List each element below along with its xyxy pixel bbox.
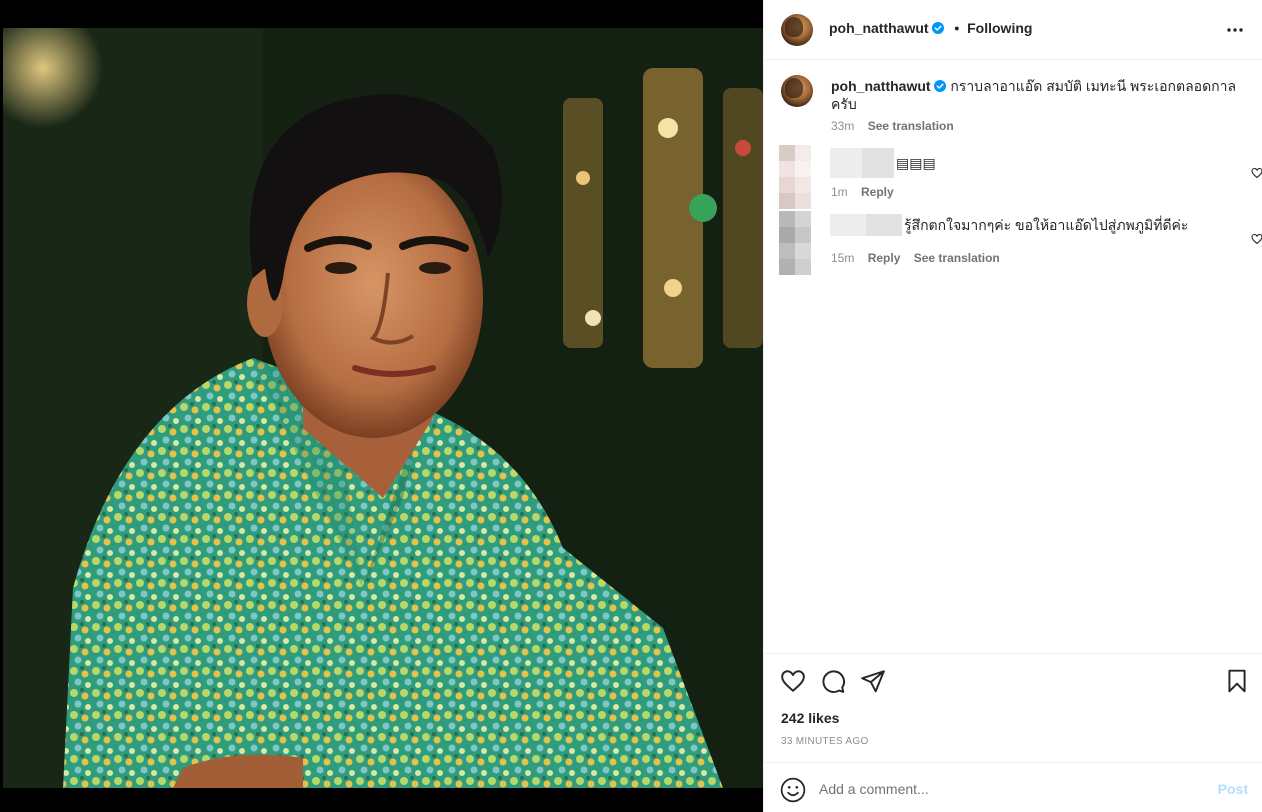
caption-time: 33m: [831, 119, 855, 133]
post-actions: 242 likes 33 MINUTES AGO: [764, 653, 1262, 761]
share-send-icon[interactable]: [860, 668, 886, 694]
comment-input[interactable]: [819, 778, 1199, 800]
verified-badge-icon: [932, 22, 945, 34]
post-panel: poh_natthawut • Following poh_natthawut: [763, 0, 1262, 812]
comment-body: ▤▤▤: [830, 148, 936, 178]
likes-count[interactable]: 242 likes: [781, 710, 839, 726]
caption-meta: 33m See translation: [831, 119, 964, 133]
like-heart-icon[interactable]: [780, 668, 806, 694]
blurred-username[interactable]: [830, 148, 894, 178]
reply-button[interactable]: Reply: [861, 185, 894, 199]
author-avatar[interactable]: [781, 14, 813, 46]
post-timestamp: 33 MINUTES AGO: [781, 736, 869, 747]
comment-meta: 1m Reply: [831, 185, 904, 199]
comment-time: 15m: [831, 251, 855, 265]
following-button[interactable]: Following: [967, 20, 1032, 36]
commenter-avatar[interactable]: [779, 145, 811, 209]
comment-text: รู้สึกตกใจมากๆค่ะ ขอให้อาแอ๊ดไปสู่ภพภูมิ…: [904, 217, 1189, 233]
emoji-icon[interactable]: [780, 777, 806, 803]
comments-section[interactable]: poh_natthawut กราบลาอาแอ๊ด สมบัติ เมทะนี…: [764, 61, 1262, 653]
add-comment-bar: Post: [764, 762, 1262, 812]
comment-item: รู้สึกตกใจมากๆค่ะ ขอให้อาแอ๊ดไปสู่ภพภูมิ…: [779, 211, 1262, 275]
post-media: [0, 0, 763, 812]
comment-meta: 15m Reply See translation: [831, 251, 1010, 265]
commenter-avatar[interactable]: [779, 211, 811, 275]
more-options-icon[interactable]: [1225, 20, 1245, 40]
caption-avatar[interactable]: [781, 75, 813, 107]
save-bookmark-icon[interactable]: [1224, 668, 1250, 694]
caption-username[interactable]: poh_natthawut: [831, 78, 931, 94]
comment-bubble-icon[interactable]: [820, 668, 846, 694]
post-comment-button[interactable]: Post: [1218, 781, 1248, 797]
author-username[interactable]: poh_natthawut: [829, 20, 929, 36]
comment-item: ▤▤▤ 1m Reply: [779, 145, 1262, 209]
comment-text: ▤▤▤: [896, 155, 936, 171]
portrait-illustration: [3, 28, 763, 788]
comment-time: 1m: [831, 185, 848, 199]
verified-badge-icon: [934, 80, 947, 92]
post-photo[interactable]: [3, 28, 763, 788]
comment-body: รู้สึกตกใจมากๆค่ะ ขอให้อาแอ๊ดไปสู่ภพภูมิ…: [830, 214, 1188, 236]
author-info: poh_natthawut • Following: [829, 20, 1032, 36]
reply-button[interactable]: Reply: [868, 251, 901, 265]
post-header: poh_natthawut • Following: [764, 0, 1262, 60]
see-translation-link[interactable]: See translation: [914, 251, 1000, 265]
caption-text-block: poh_natthawut กราบลาอาแอ๊ด สมบัติ เมทะนี…: [831, 77, 1241, 113]
separator-dot: •: [954, 20, 960, 36]
comment-like-heart-icon[interactable]: [1251, 233, 1262, 245]
see-translation-link[interactable]: See translation: [868, 119, 954, 133]
blurred-username[interactable]: [830, 214, 902, 236]
comment-like-heart-icon[interactable]: [1251, 167, 1262, 179]
